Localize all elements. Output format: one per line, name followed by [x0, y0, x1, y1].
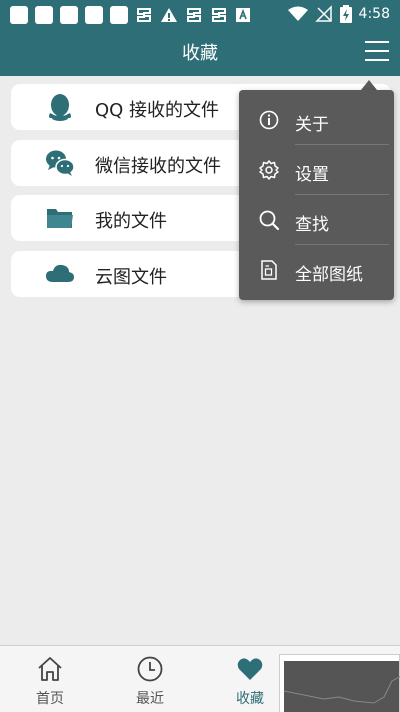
app-notification-icon	[187, 8, 201, 22]
menu-item-label: 关于	[295, 115, 329, 135]
menu-item-settings[interactable]: 设置	[239, 145, 394, 195]
battery-charging-icon	[339, 5, 352, 23]
app-notification-icon	[137, 8, 151, 22]
menu-item-all-drawings[interactable]: 全部图纸	[239, 245, 394, 295]
clock-icon	[137, 656, 163, 682]
warning-icon	[161, 8, 177, 22]
qq-icon	[49, 94, 71, 121]
thumbnail-preview[interactable]	[279, 654, 400, 712]
status-bar: 4:58	[0, 0, 400, 30]
notification-icon	[60, 6, 78, 24]
nav-item-recent[interactable]: 最近	[110, 646, 190, 712]
nav-item-home[interactable]: 首页	[10, 646, 90, 712]
drawing-file-icon	[261, 260, 277, 280]
menu-item-label: 设置	[295, 165, 329, 185]
menu-item-label: 查找	[295, 215, 329, 235]
thumbnail-image	[283, 661, 400, 712]
nav-item-favorites[interactable]: 收藏	[210, 646, 290, 712]
list-item-label: 云图文件	[95, 266, 167, 288]
home-icon	[38, 657, 62, 681]
no-signal-icon	[314, 5, 332, 22]
nav-label: 最近	[136, 691, 164, 707]
cloud-icon	[46, 264, 74, 282]
bottom-nav: 首页 最近 收藏	[0, 645, 400, 712]
info-icon	[259, 110, 279, 130]
search-icon	[259, 210, 280, 231]
notification-icon	[110, 6, 128, 24]
wifi-icon	[287, 6, 308, 21]
notification-icon	[35, 6, 53, 24]
page-title: 收藏	[182, 43, 218, 64]
app-header: 收藏	[0, 30, 400, 76]
status-bar-right-icons: 4:58	[287, 5, 390, 23]
nav-label: 收藏	[236, 691, 264, 707]
wechat-icon	[46, 150, 75, 176]
gear-icon	[259, 160, 279, 180]
menu-item-label: 全部图纸	[295, 265, 363, 285]
nav-label: 首页	[36, 691, 64, 707]
popup-menu-arrow	[361, 80, 377, 90]
popup-menu: 关于 设置 查找 全部图纸	[239, 90, 394, 300]
menu-item-search[interactable]: 查找	[239, 195, 394, 245]
list-item-label: 我的文件	[95, 211, 167, 232]
list-item-label: 微信接收的文件	[95, 155, 221, 177]
notification-icon	[10, 6, 28, 24]
menu-item-about[interactable]: 关于	[239, 95, 394, 145]
heart-icon	[237, 658, 263, 680]
hamburger-menu-icon[interactable]	[365, 40, 389, 62]
status-time: 4:58	[358, 6, 390, 22]
status-bar-left-icons	[10, 6, 251, 24]
folder-icon	[47, 209, 73, 228]
list-item-label: QQ 接收的文件	[95, 100, 220, 121]
notification-icon	[85, 6, 103, 24]
thumbnail-graphic	[283, 675, 400, 704]
app-notification-icon	[212, 8, 226, 22]
a-badge-icon	[236, 8, 250, 22]
